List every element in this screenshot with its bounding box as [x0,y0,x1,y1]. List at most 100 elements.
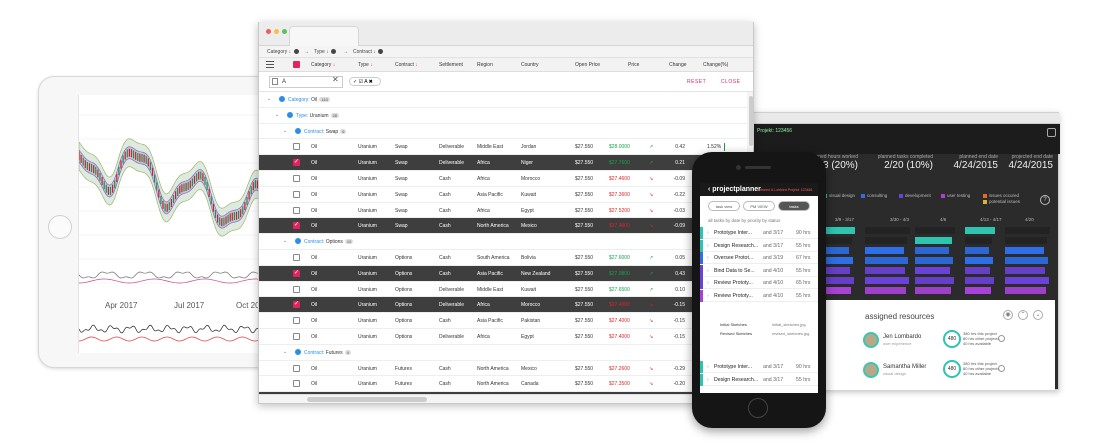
group-chip[interactable]: Contract ↓ [353,48,384,56]
table-row[interactable]: Oil Uranium Futures Cash North America Canada… [259,376,747,393]
expand-icon[interactable]: › [707,230,709,236]
table-row[interactable]: Oil Uranium Swap Cash North America Mexico $27… [259,218,747,235]
column-header[interactable]: Region [477,62,493,68]
gantt-bar[interactable] [915,227,955,234]
table-row[interactable]: Oil Uranium Swap Cash Africa Morocco $27.550 $2… [259,171,747,187]
column-header[interactable]: Contract ↓ [395,62,418,68]
table-row[interactable]: Oil Uranium Futures Cash North America Mexico… [259,361,747,377]
gantt-bar[interactable] [965,257,993,264]
task-row[interactable]: › Review Prototy... and 4/10 55 hrs [700,289,818,302]
gantt-bar[interactable] [1005,267,1045,274]
table-row[interactable]: Oil Uranium Options Cash Asia Pacific New Zea… [259,265,747,282]
chevron-down-icon[interactable]: ⌄ [283,238,287,244]
row-checkbox[interactable] [293,269,300,277]
gantt-bar[interactable] [865,277,909,284]
pm-view-button[interactable]: PM VIEW [743,201,775,211]
group-row[interactable]: ⌄ Contract: Swap 6 [259,123,747,140]
expand-icon[interactable]: › [707,243,709,249]
row-checkbox[interactable] [293,221,300,230]
row-checkbox[interactable] [293,380,300,388]
close-button[interactable]: CLOSE [721,79,740,85]
resource-card[interactable]: Samantha Miller visual design 480 380 hr… [863,360,1049,388]
row-checkbox[interactable] [293,300,300,309]
task-row[interactable]: › Prototype Inter... and 3/17 90 hrs [700,227,818,239]
column-header[interactable]: Price [628,62,639,68]
task-view-button[interactable]: task view [708,201,740,211]
gantt-bar[interactable] [1005,237,1047,244]
user-icon[interactable]: ◉ [1003,310,1013,320]
phone-home-button[interactable] [748,398,768,418]
column-header[interactable]: Settlement [439,62,463,68]
row-checkbox[interactable] [293,364,300,372]
tasks-button[interactable]: tasks [778,201,810,211]
gantt-bar[interactable] [865,237,907,244]
chevron-up-icon[interactable]: ⌃ [1018,310,1028,320]
task-row[interactable]: › Review Prototy... and 4/10 65 hrs [700,277,818,289]
group-chip[interactable]: Type ↓ [314,48,337,56]
group-row[interactable]: ⌄ Contract: Options 10 [259,234,747,250]
expand-icon[interactable]: › [707,377,709,383]
gantt-bar[interactable] [915,257,953,264]
group-row[interactable]: ⌄ Category: Oil 143 [259,92,747,108]
row-checkbox[interactable] [293,333,300,340]
task-row[interactable]: › Oversee Protot... and 3/19 67 hrs [700,252,818,264]
gantt-bar[interactable] [965,237,992,244]
group-chip[interactable]: Category ↓ [267,48,299,56]
row-checkbox[interactable] [293,143,300,151]
select-all-checkbox[interactable] [293,61,300,68]
table-row[interactable]: Oil Uranium Swap Deliverable Africa Niger $27.… [259,155,747,171]
column-header[interactable]: Category ↓ [311,62,335,68]
expand-icon[interactable]: › [707,280,709,286]
gantt-bar[interactable] [1005,277,1049,284]
table-row[interactable]: Oil Uranium Swap Cash Asia Pacific Kuwait $27.… [259,187,747,203]
attachment-name[interactable]: revised_sketches.jpg [772,331,809,336]
table-row[interactable]: Oil Uranium Options Cash South America Bolivi… [259,250,747,266]
resource-card[interactable]: Jen Lombardo user experience 480 380 hrs… [863,330,1049,358]
table-row[interactable]: Oil Uranium Options Cash Asia Pacific Pakista… [259,313,747,329]
column-header[interactable]: Open Price [575,62,600,68]
row-checkbox[interactable] [293,190,300,198]
row-checkbox[interactable] [293,158,300,167]
table-row[interactable]: Oil Uranium Swap Cash Africa Egypt $27.550 $27.… [259,203,747,219]
attachment-name[interactable]: initial_sketches.jpg [772,322,806,327]
gantt-bar[interactable] [865,267,905,274]
browser-tab[interactable] [289,26,359,46]
expand-icon[interactable]: › [707,268,709,274]
row-checkbox[interactable] [293,317,300,325]
clear-filter-icon[interactable]: ✕ [332,75,339,84]
gantt-bar[interactable] [865,247,904,254]
gantt-bar[interactable] [865,227,910,234]
group-row[interactable]: ⌄ Contract: Futures 4 [259,344,747,361]
table-row[interactable]: Oil Uranium Swap Deliverable Middle East Jord… [259,139,747,156]
chevron-down-icon[interactable]: ⌄ [267,96,271,102]
gantt-bar[interactable] [965,267,990,274]
close-dot[interactable] [266,29,271,34]
chevron-down-icon[interactable]: ⌄ [283,349,287,355]
column-header[interactable]: Country [521,62,539,68]
row-checkbox[interactable] [293,206,300,214]
gantt-bar[interactable] [1005,227,1050,234]
help-icon[interactable]: ? [1040,195,1050,205]
chevron-down-icon[interactable]: ⌄ [283,128,287,134]
remove-icon[interactable] [998,365,1005,372]
row-checkbox[interactable] [293,175,300,182]
close-icon[interactable] [1047,128,1056,137]
gantt-bar[interactable] [865,257,908,264]
gantt-bar[interactable] [915,237,952,244]
table-row[interactable]: Oil Uranium Options Deliverable Africa Morocc… [259,297,747,314]
table-row[interactable]: Oil Uranium Options Deliverable Africa Egypt $… [259,329,747,345]
minimize-dot[interactable] [274,29,279,34]
menu-icon[interactable] [266,61,274,68]
gantt-bar[interactable] [965,247,989,254]
remove-icon[interactable] [998,335,1005,342]
row-checkbox[interactable] [293,285,300,293]
subtask[interactable]: Initial Sketches [720,322,747,327]
filter-chip[interactable]: ✓ ☑ A ✖ [349,77,381,86]
task-filter-tabs[interactable]: all tasks by date by priority by status [708,218,780,223]
group-row[interactable]: ⌄ Type: Uranium 28 [259,107,747,124]
expand-icon[interactable]: › [707,255,709,261]
gantt-bar[interactable] [1005,287,1046,294]
gantt-bar[interactable] [1005,257,1048,264]
horizontal-scrollbar[interactable] [259,394,753,403]
gantt-bar[interactable] [865,287,906,294]
